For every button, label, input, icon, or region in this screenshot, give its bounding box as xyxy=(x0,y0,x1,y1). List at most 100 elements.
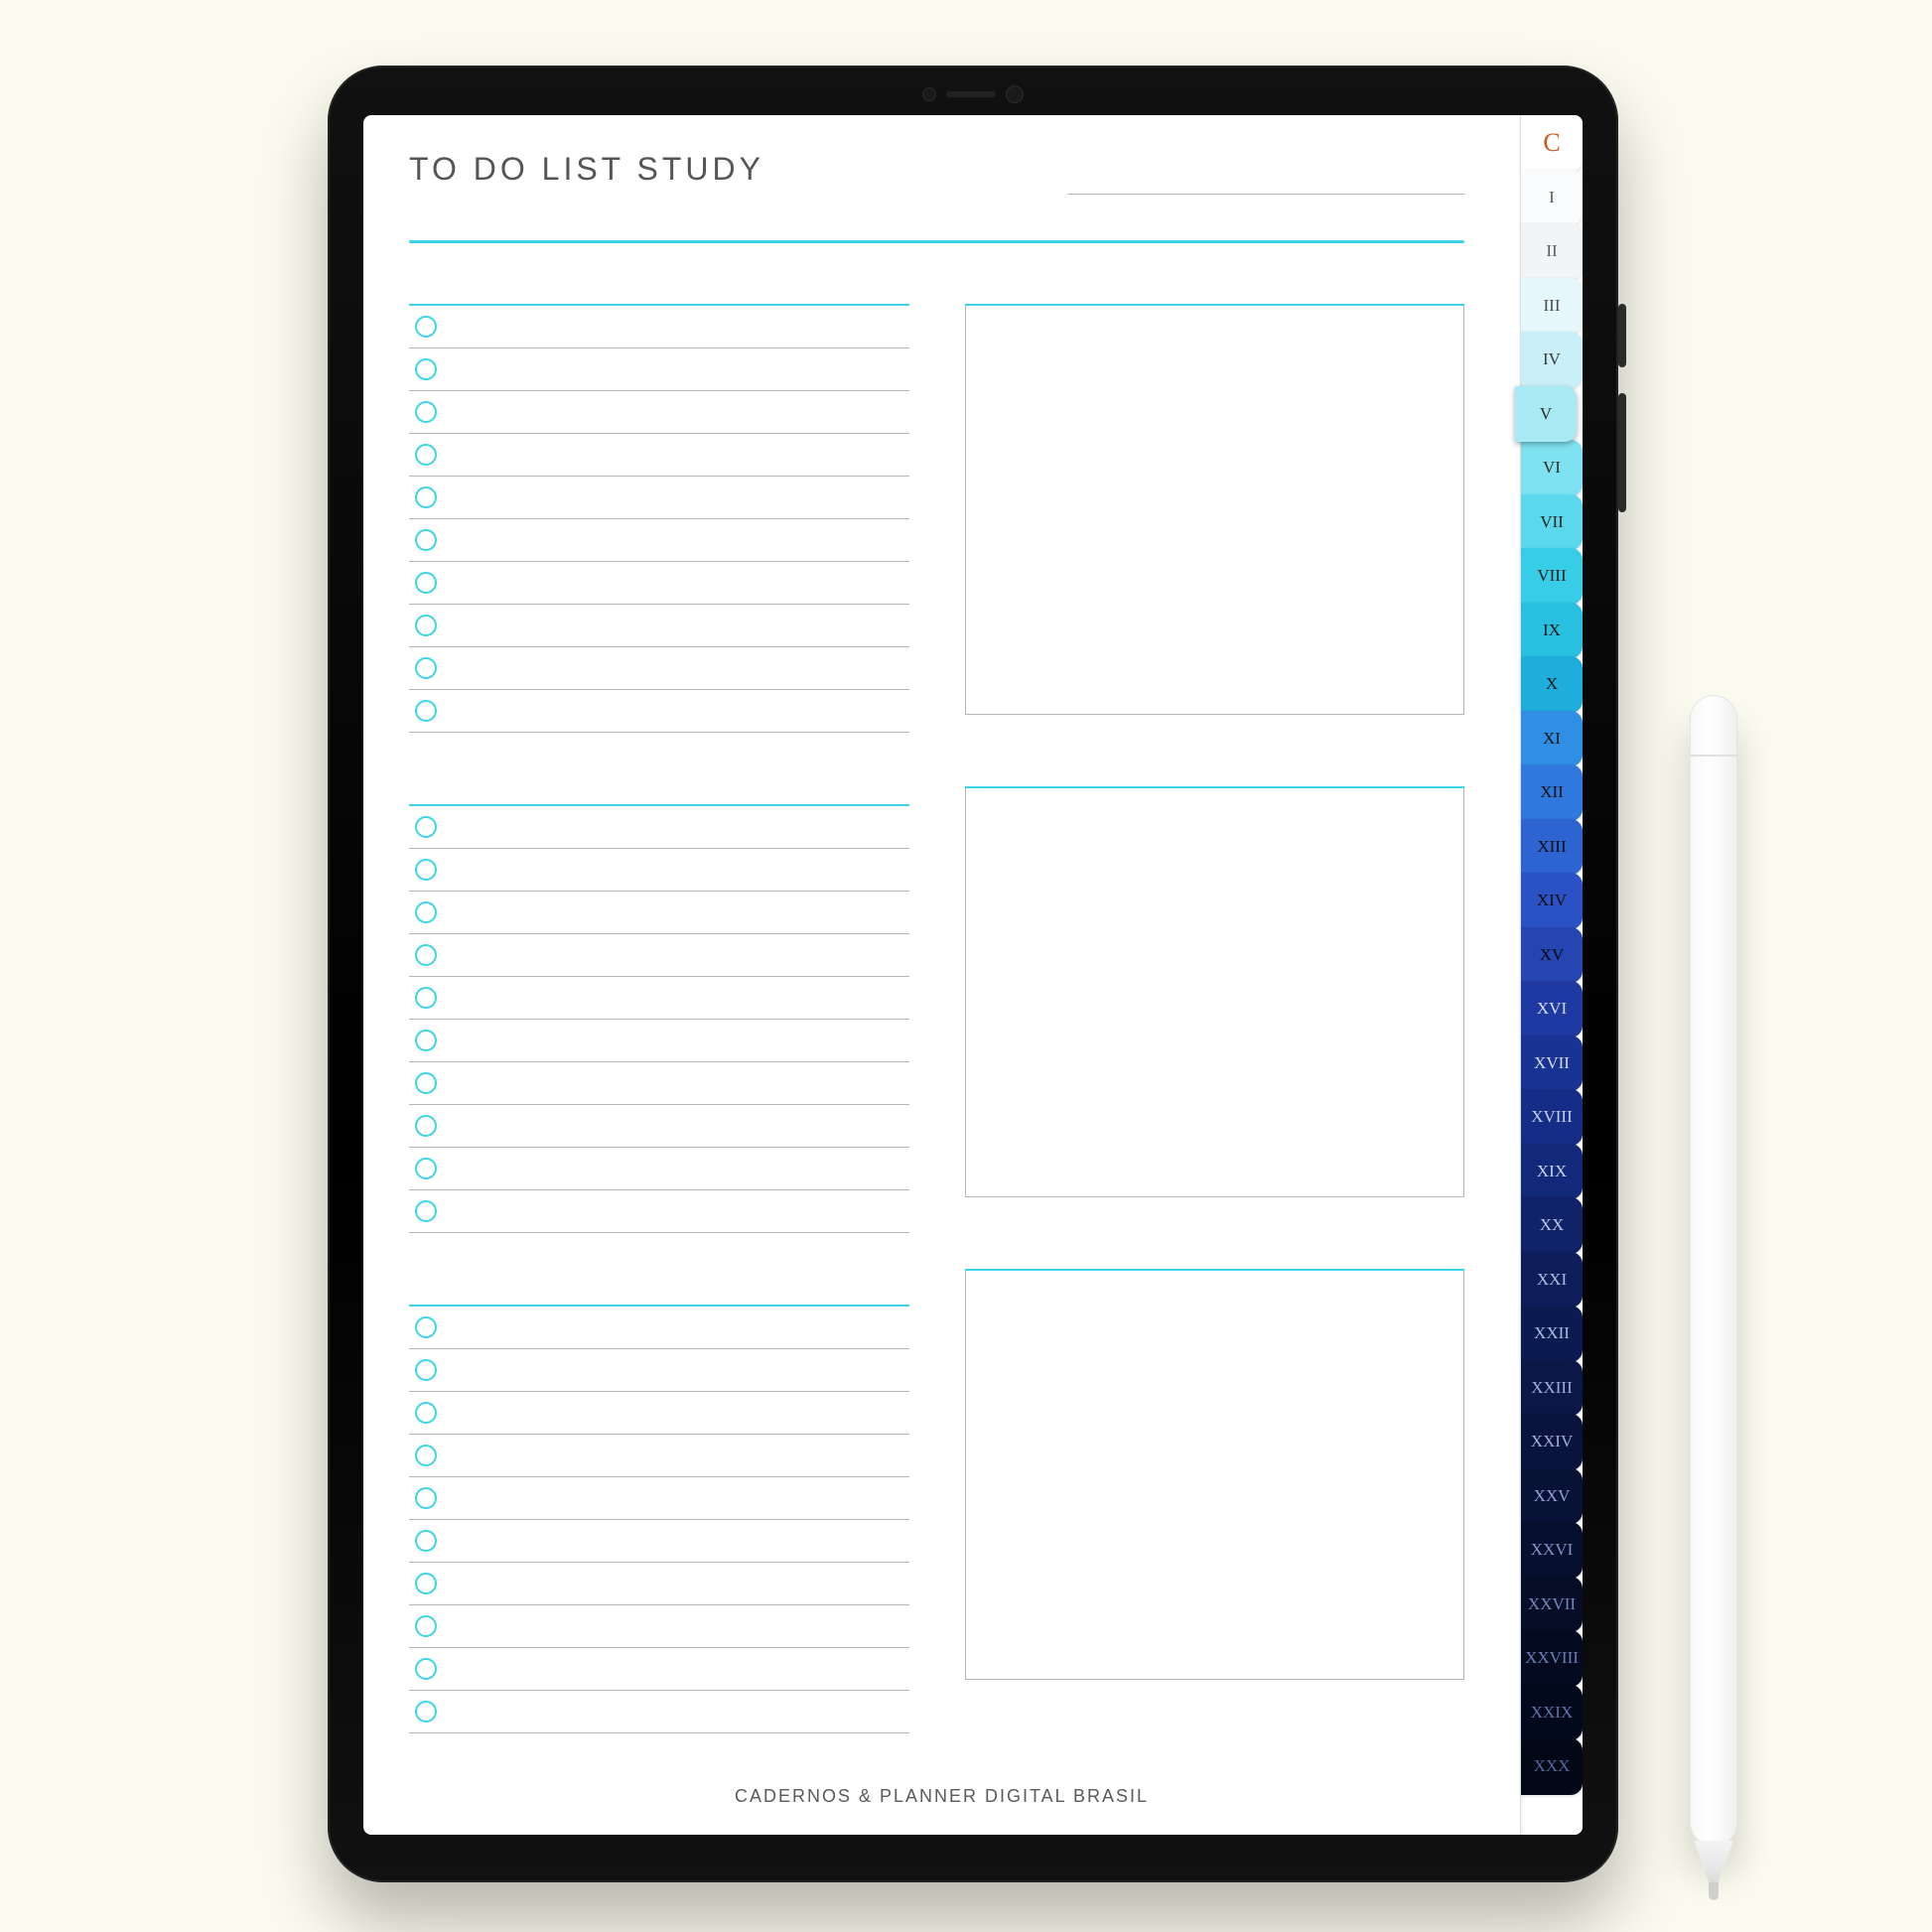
tab-section-XIII[interactable]: XIII xyxy=(1521,819,1583,876)
tab-section-VII[interactable]: VII xyxy=(1521,494,1583,551)
tab-section-VIII[interactable]: VIII xyxy=(1521,548,1583,605)
stylus[interactable] xyxy=(1690,695,1737,1847)
note-header[interactable] xyxy=(965,282,1465,306)
checklist-row[interactable] xyxy=(409,391,909,434)
checklist-row[interactable] xyxy=(409,1691,909,1733)
checkbox-icon[interactable] xyxy=(415,1158,437,1179)
checklist-header[interactable] xyxy=(409,782,909,806)
checklist-row[interactable] xyxy=(409,1648,909,1691)
tab-section-XXII[interactable]: XXII xyxy=(1521,1306,1583,1362)
checklist-row[interactable] xyxy=(409,605,909,647)
checklist-row[interactable] xyxy=(409,1105,909,1148)
checkbox-icon[interactable] xyxy=(415,358,437,380)
tab-section-XII[interactable]: XII xyxy=(1521,764,1583,821)
checkbox-icon[interactable] xyxy=(415,657,437,679)
checklist-row[interactable] xyxy=(409,934,909,977)
power-button[interactable] xyxy=(1618,304,1626,367)
checklist-row[interactable] xyxy=(409,892,909,934)
checkbox-icon[interactable] xyxy=(415,987,437,1009)
checkbox-icon[interactable] xyxy=(415,572,437,594)
tab-section-IV[interactable]: IV xyxy=(1521,332,1583,388)
checklist-row[interactable] xyxy=(409,1062,909,1105)
checklist-row[interactable] xyxy=(409,1605,909,1648)
tab-home[interactable]: C xyxy=(1521,115,1583,172)
tab-section-XVIII[interactable]: XVIII xyxy=(1521,1089,1583,1146)
checkbox-icon[interactable] xyxy=(415,1530,437,1552)
checkbox-icon[interactable] xyxy=(415,1615,437,1637)
planner-page[interactable]: TO DO LIST STUDY CADERNOS & PLANNER DIGI… xyxy=(363,115,1521,1835)
tab-section-XIV[interactable]: XIV xyxy=(1521,873,1583,929)
tab-section-XXIV[interactable]: XXIV xyxy=(1521,1414,1583,1470)
checklist-row[interactable] xyxy=(409,1190,909,1233)
tab-section-XX[interactable]: XX xyxy=(1521,1197,1583,1254)
checklist-row[interactable] xyxy=(409,519,909,562)
checklist-row[interactable] xyxy=(409,1435,909,1477)
date-line[interactable] xyxy=(1067,193,1464,195)
checklist-header[interactable] xyxy=(409,1283,909,1307)
checklist-row[interactable] xyxy=(409,647,909,690)
tab-section-XXI[interactable]: XXI xyxy=(1521,1252,1583,1309)
checkbox-icon[interactable] xyxy=(415,316,437,338)
tab-section-XI[interactable]: XI xyxy=(1521,711,1583,767)
checklist-row[interactable] xyxy=(409,1307,909,1349)
tab-section-XVI[interactable]: XVI xyxy=(1521,981,1583,1037)
checkbox-icon[interactable] xyxy=(415,700,437,722)
checkbox-icon[interactable] xyxy=(415,1701,437,1723)
checklist-row[interactable] xyxy=(409,690,909,733)
checkbox-icon[interactable] xyxy=(415,1316,437,1338)
tab-section-XXV[interactable]: XXV xyxy=(1521,1468,1583,1525)
checklist-row[interactable] xyxy=(409,1392,909,1435)
checklist-row[interactable] xyxy=(409,849,909,892)
note-body[interactable] xyxy=(965,788,1465,1197)
checkbox-icon[interactable] xyxy=(415,901,437,923)
checkbox-icon[interactable] xyxy=(415,1402,437,1424)
volume-buttons[interactable] xyxy=(1618,393,1626,512)
note-header[interactable] xyxy=(965,764,1465,788)
tab-section-I[interactable]: I xyxy=(1521,170,1583,226)
checklist-row[interactable] xyxy=(409,1349,909,1392)
checkbox-icon[interactable] xyxy=(415,529,437,551)
checkbox-icon[interactable] xyxy=(415,444,437,466)
checkbox-icon[interactable] xyxy=(415,1072,437,1094)
tab-section-XXVIII[interactable]: XXVIII xyxy=(1521,1630,1583,1687)
checklist-row[interactable] xyxy=(409,477,909,519)
tab-section-XV[interactable]: XV xyxy=(1521,927,1583,984)
checkbox-icon[interactable] xyxy=(415,486,437,508)
checkbox-icon[interactable] xyxy=(415,401,437,423)
checklist-row[interactable] xyxy=(409,306,909,348)
note-header[interactable] xyxy=(965,1247,1465,1271)
tab-section-III[interactable]: III xyxy=(1521,278,1583,335)
checkbox-icon[interactable] xyxy=(415,1658,437,1680)
checkbox-icon[interactable] xyxy=(415,1445,437,1466)
checkbox-icon[interactable] xyxy=(415,1487,437,1509)
tab-section-XIX[interactable]: XIX xyxy=(1521,1144,1583,1200)
tab-section-II[interactable]: II xyxy=(1521,223,1583,280)
tab-section-XVII[interactable]: XVII xyxy=(1521,1035,1583,1092)
checkbox-icon[interactable] xyxy=(415,859,437,881)
checklist-row[interactable] xyxy=(409,562,909,605)
checkbox-icon[interactable] xyxy=(415,1573,437,1594)
tab-section-V[interactable]: V xyxy=(1515,386,1577,443)
checklist-row[interactable] xyxy=(409,1563,909,1605)
checkbox-icon[interactable] xyxy=(415,944,437,966)
note-body[interactable] xyxy=(965,306,1465,715)
checklist-row[interactable] xyxy=(409,434,909,477)
checklist-row[interactable] xyxy=(409,1477,909,1520)
tab-section-XXVI[interactable]: XXVI xyxy=(1521,1522,1583,1579)
tab-section-X[interactable]: X xyxy=(1521,656,1583,713)
checkbox-icon[interactable] xyxy=(415,1115,437,1137)
checkbox-icon[interactable] xyxy=(415,1200,437,1222)
checklist-row[interactable] xyxy=(409,1520,909,1563)
checklist-header[interactable] xyxy=(409,282,909,306)
tab-section-XXVII[interactable]: XXVII xyxy=(1521,1577,1583,1633)
checkbox-icon[interactable] xyxy=(415,1359,437,1381)
tab-section-VI[interactable]: VI xyxy=(1521,440,1583,496)
checklist-row[interactable] xyxy=(409,1020,909,1062)
checklist-row[interactable] xyxy=(409,1148,909,1190)
checklist-row[interactable] xyxy=(409,348,909,391)
tab-section-XXX[interactable]: XXX xyxy=(1521,1738,1583,1795)
tab-section-IX[interactable]: IX xyxy=(1521,603,1583,659)
checkbox-icon[interactable] xyxy=(415,1030,437,1051)
checklist-row[interactable] xyxy=(409,977,909,1020)
checklist-row[interactable] xyxy=(409,806,909,849)
